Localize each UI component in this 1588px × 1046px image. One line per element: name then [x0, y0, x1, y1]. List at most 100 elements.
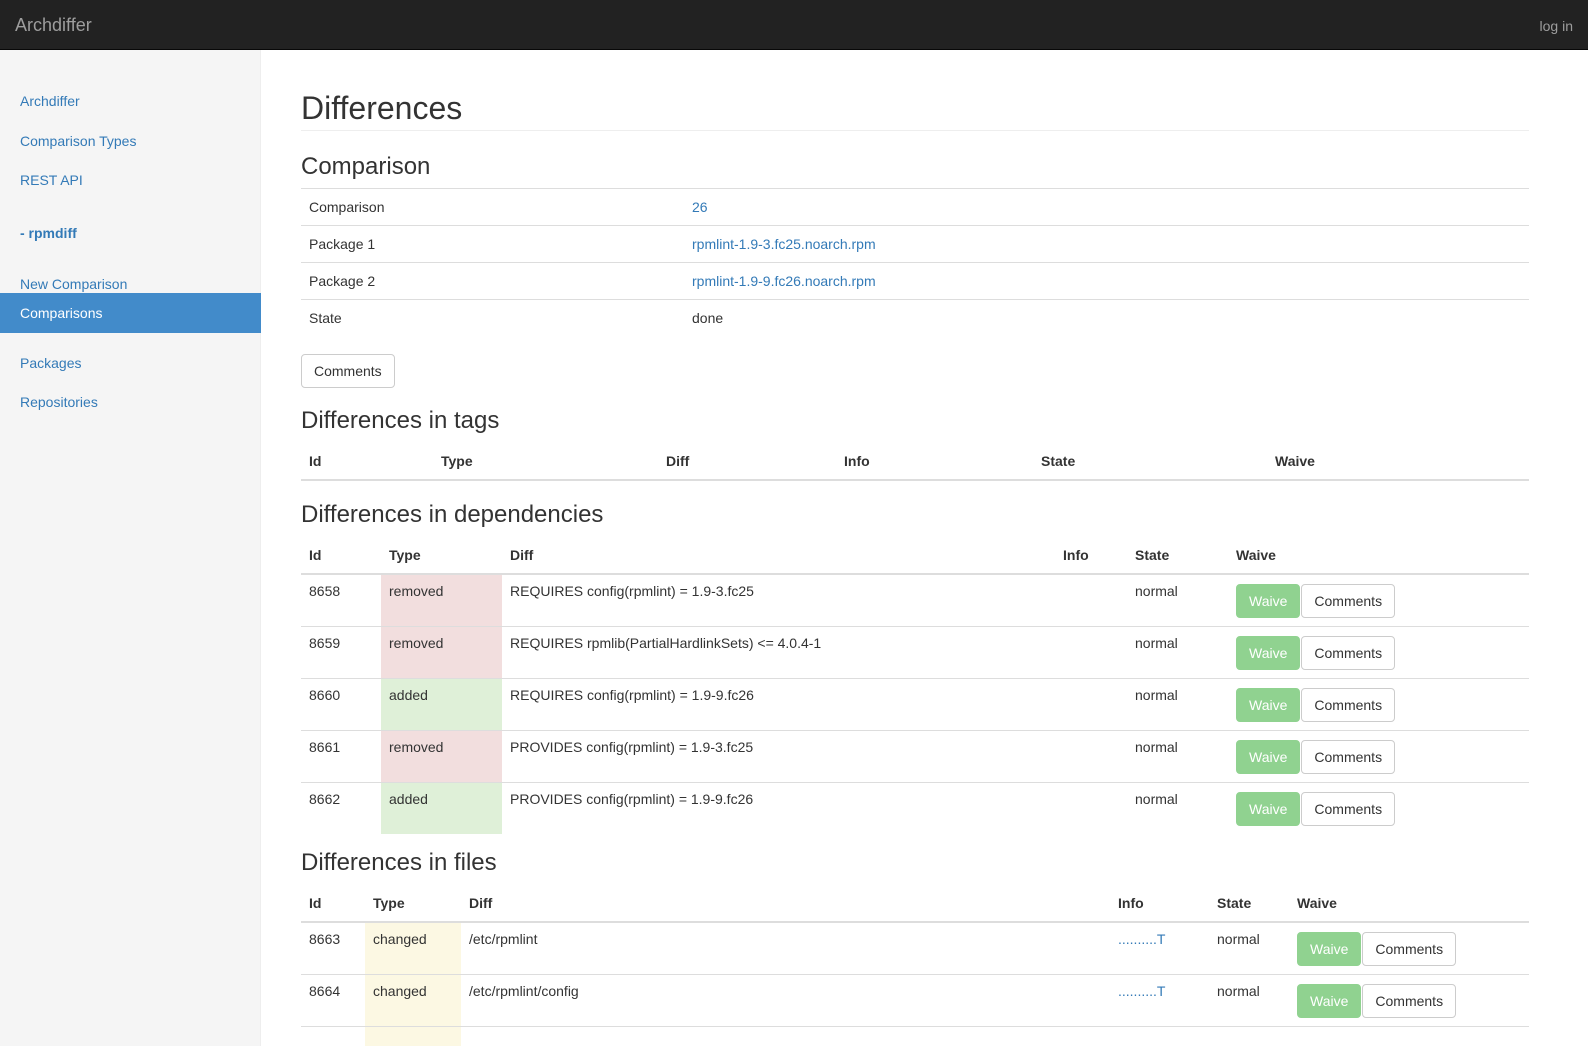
row-state: normal: [1127, 573, 1228, 627]
row-state: normal: [1127, 678, 1228, 731]
column-header: State: [1033, 442, 1267, 481]
table-row: 8659 removed REQUIRES rpmlib(PartialHard…: [301, 626, 1529, 679]
column-header: Waive: [1228, 536, 1529, 575]
row-comments-button[interactable]: Comments: [1301, 636, 1396, 670]
sidebar-item-rest-api[interactable]: REST API: [0, 160, 261, 200]
table-row: 8658 removed REQUIRES config(rpmlint) = …: [301, 573, 1529, 627]
brand-link[interactable]: Archdiffer: [15, 15, 92, 36]
row-diff: PROVIDES config(rpmlint) = 1.9-3.fc25: [502, 730, 1055, 783]
sidebar-section-rpmdiff[interactable]: - rpmdiff: [20, 225, 77, 241]
column-header: State: [1209, 884, 1289, 923]
row-type: added: [381, 678, 502, 731]
waive-button[interactable]: Waive: [1236, 792, 1301, 826]
column-header: Diff: [461, 884, 1110, 923]
column-header: Id: [301, 442, 433, 481]
comparison-row: Package 2 rpmlint-1.9-9.fc26.noarch.rpm: [301, 262, 1529, 300]
column-header: Type: [381, 536, 502, 575]
row-state: normal: [1127, 782, 1228, 834]
files-heading: Differences in files: [301, 849, 497, 876]
sidebar: Archdiffer Comparison Types REST API - r…: [0, 50, 261, 1046]
row-type: changed: [365, 921, 461, 975]
comparison-table: Comparison 26 Package 1 rpmlint-1.9-3.fc…: [301, 188, 1529, 337]
row-diff: PROVIDES config(rpmlint) = 1.9-9.fc26: [502, 782, 1055, 834]
comparison-row: State done: [301, 299, 1529, 337]
waive-button[interactable]: Waive: [1236, 688, 1301, 722]
row-id: 8659: [301, 626, 381, 679]
column-header: Id: [301, 536, 381, 575]
row-comments-button[interactable]: Comments: [1301, 792, 1396, 826]
waive-button[interactable]: Waive: [1236, 584, 1301, 618]
table-row: 8662 added PROVIDES config(rpmlint) = 1.…: [301, 782, 1529, 834]
row-comments-button[interactable]: Comments: [1301, 584, 1396, 618]
waive-button[interactable]: Waive: [1297, 932, 1362, 966]
sidebar-item-archdiffer[interactable]: Archdiffer: [0, 81, 261, 121]
row-info-link[interactable]: ..........T: [1118, 983, 1165, 999]
row-comments-button[interactable]: Comments: [1301, 740, 1396, 774]
row-state: normal: [1209, 921, 1289, 975]
row-type: removed: [381, 730, 502, 783]
row-id: 8664: [301, 974, 365, 1027]
tags-heading: Differences in tags: [301, 407, 500, 434]
row-comments-button[interactable]: Comments: [1362, 984, 1457, 1018]
main-content: Differences Comparison Comparison 26 Pac…: [261, 50, 1588, 1046]
state-value: done: [684, 299, 1529, 337]
sidebar-item-comparisons[interactable]: Comparisons: [0, 293, 261, 333]
comparison-row: Package 1 rpmlint-1.9-3.fc25.noarch.rpm: [301, 225, 1529, 263]
waive-button[interactable]: Waive: [1297, 984, 1362, 1018]
page-title: Differences: [301, 90, 463, 126]
table-row: 8661 removed PROVIDES config(rpmlint) = …: [301, 730, 1529, 783]
waive-button[interactable]: Waive: [1236, 636, 1301, 670]
row-comments-button[interactable]: Comments: [1362, 932, 1457, 966]
dependencies-heading: Differences in dependencies: [301, 501, 604, 528]
column-header: Type: [433, 442, 658, 481]
row-diff: REQUIRES config(rpmlint) = 1.9-3.fc25: [502, 573, 1055, 627]
comparison-row: Comparison 26: [301, 188, 1529, 226]
table-row: [301, 1026, 1529, 1046]
row-info: [1055, 730, 1127, 783]
comparison-key: Comparison: [301, 188, 684, 226]
table-row: 8663 changed /etc/rpmlint ..........T no…: [301, 921, 1529, 975]
comparison-key: Package 2: [301, 262, 684, 300]
row-type: added: [381, 782, 502, 834]
row-diff: /etc/rpmlint/config: [461, 974, 1110, 1027]
column-header: Info: [1110, 884, 1209, 923]
row-id: 8661: [301, 730, 381, 783]
row-type: removed: [381, 573, 502, 627]
row-info: [1055, 782, 1127, 834]
waive-button[interactable]: Waive: [1236, 740, 1301, 774]
comparison-id-link[interactable]: 26: [692, 199, 708, 215]
comparison-comments-button[interactable]: Comments: [301, 354, 395, 388]
comparison-heading: Comparison: [301, 153, 431, 180]
row-info: [1055, 678, 1127, 731]
row-state: normal: [1127, 626, 1228, 679]
column-header: State: [1127, 536, 1228, 575]
column-header: Diff: [502, 536, 1055, 575]
tags-table: Id Type Diff Info State Waive: [301, 442, 1529, 481]
sidebar-item-comparison-types[interactable]: Comparison Types: [0, 121, 261, 161]
row-id: 8660: [301, 678, 381, 731]
row-id: 8662: [301, 782, 381, 834]
row-comments-button[interactable]: Comments: [1301, 688, 1396, 722]
row-diff: REQUIRES config(rpmlint) = 1.9-9.fc26: [502, 678, 1055, 731]
row-state: normal: [1209, 974, 1289, 1027]
comparison-key: State: [301, 299, 684, 337]
row-state: normal: [1127, 730, 1228, 783]
row-diff: /etc/rpmlint: [461, 921, 1110, 975]
row-info: [1055, 626, 1127, 679]
sidebar-item-packages[interactable]: Packages: [0, 343, 261, 383]
comparison-key: Package 1: [301, 225, 684, 263]
row-type: removed: [381, 626, 502, 679]
column-header: Type: [365, 884, 461, 923]
package1-link[interactable]: rpmlint-1.9-3.fc25.noarch.rpm: [692, 236, 876, 252]
dependencies-table: Id Type Diff Info State Waive 8658 remov…: [301, 536, 1529, 834]
column-header: Info: [836, 442, 1033, 481]
sidebar-item-repositories[interactable]: Repositories: [0, 382, 261, 422]
package2-link[interactable]: rpmlint-1.9-9.fc26.noarch.rpm: [692, 273, 876, 289]
row-id: 8663: [301, 921, 365, 975]
column-header: Waive: [1267, 442, 1529, 481]
row-diff: REQUIRES rpmlib(PartialHardlinkSets) <= …: [502, 626, 1055, 679]
row-id: 8658: [301, 573, 381, 627]
files-table: Id Type Diff Info State Waive 8663 chang…: [301, 884, 1529, 1046]
row-info-link[interactable]: ..........T: [1118, 931, 1165, 947]
login-link[interactable]: log in: [1540, 18, 1573, 34]
